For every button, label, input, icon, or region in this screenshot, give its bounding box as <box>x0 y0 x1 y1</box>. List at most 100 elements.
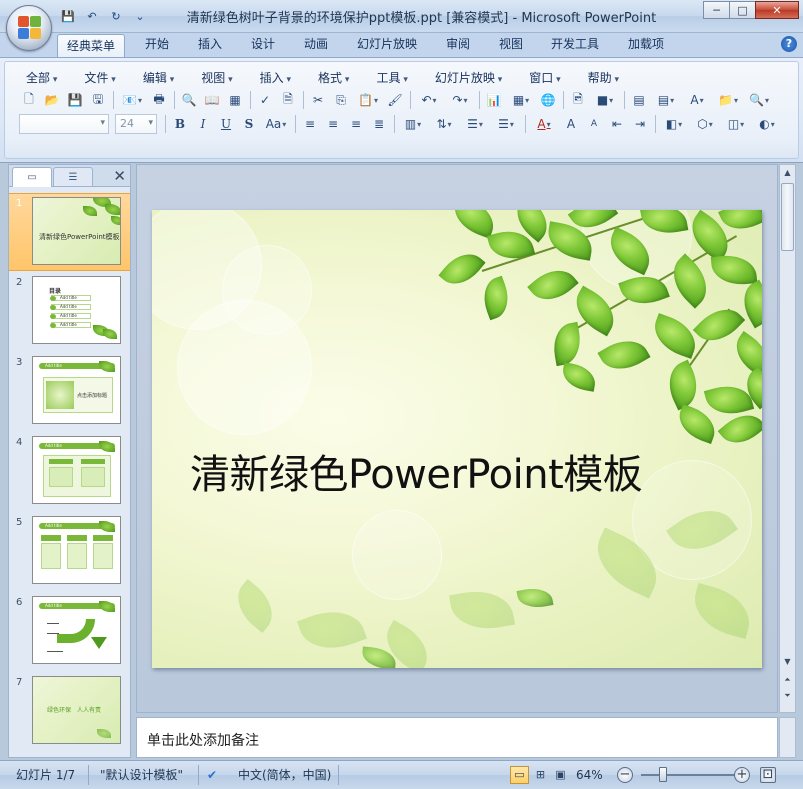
slide-vertical-scrollbar[interactable]: ▲ ▼ ⏶ ⏷ <box>779 164 796 713</box>
textbox-icon[interactable]: A <box>683 90 711 110</box>
zoom-in-button[interactable]: + <box>734 767 750 783</box>
new-slide-icon[interactable]: ▤ <box>629 90 649 110</box>
slide-title[interactable]: 清新绿色PowerPoint模板 <box>190 442 643 500</box>
menu-tools[interactable]: 工具 <box>369 69 414 87</box>
research-icon[interactable]: 📖 <box>202 90 222 110</box>
decrease-indent-icon[interactable]: ⇤ <box>607 114 627 134</box>
minimize-button[interactable]: ─ <box>703 1 730 19</box>
shadow-button[interactable]: S <box>239 114 259 134</box>
notes-placeholder[interactable]: 单击此处添加备注 <box>147 730 259 750</box>
quick-styles-icon[interactable]: ◫ <box>722 114 750 134</box>
grow-font-icon[interactable]: A <box>561 114 581 134</box>
align-right-icon[interactable]: ≡ <box>346 114 366 134</box>
paste-icon[interactable]: 📋 <box>354 90 382 110</box>
spelling-icon[interactable]: ✓ <box>255 90 275 110</box>
tab-addins[interactable]: 加载项 <box>619 33 673 57</box>
shape-fill-icon[interactable]: ◐ <box>753 114 781 134</box>
theme-name[interactable]: "默认设计模板" <box>100 765 183 785</box>
align-center-icon[interactable]: ≡ <box>323 114 343 134</box>
tab-design[interactable]: 设计 <box>242 33 284 57</box>
slide-thumbnail-4[interactable]: 4 Add title <box>9 433 130 511</box>
zoom-level[interactable]: 64% <box>576 765 603 785</box>
slide-thumbnail-5[interactable]: 5 Add title <box>9 513 130 591</box>
shrink-font-icon[interactable]: A <box>584 114 604 134</box>
tab-home[interactable]: 开始 <box>136 33 178 57</box>
font-name-select[interactable] <box>19 114 109 134</box>
slide-sorter-view-icon[interactable]: ⊞ <box>531 766 550 784</box>
tab-view[interactable]: 视图 <box>490 33 532 57</box>
menu-slideshow[interactable]: 幻灯片放映 <box>428 69 509 87</box>
tab-review[interactable]: 审阅 <box>437 33 479 57</box>
text-direction-icon[interactable]: ⇅ <box>430 114 458 134</box>
format-painter-icon[interactable]: 🖌 <box>385 90 405 110</box>
slide-thumbnail-3[interactable]: 3 Add title 点击添加标题 <box>9 353 130 431</box>
menu-insert[interactable]: 插入 <box>253 69 298 87</box>
new-document-icon[interactable]: 🗋 <box>19 90 39 110</box>
spellcheck-icon[interactable]: ✔ <box>207 765 217 785</box>
tab-animations[interactable]: 动画 <box>295 33 337 57</box>
copy-icon[interactable]: ⎘ <box>331 90 351 110</box>
language-indicator[interactable]: 中文(简体，中国) <box>238 765 331 785</box>
fit-to-window-icon[interactable]: ⊡ <box>760 767 776 783</box>
office-button[interactable] <box>6 5 52 51</box>
underline-button[interactable]: U <box>216 114 236 134</box>
zoom-slider-thumb[interactable] <box>659 767 667 782</box>
tab-outline[interactable]: ☰ <box>53 167 93 186</box>
menu-edit[interactable]: 编辑 <box>136 69 181 87</box>
zoom-slider-track[interactable] <box>641 774 736 776</box>
picture-icon[interactable]: 🖻 <box>568 90 588 110</box>
columns-icon[interactable]: ▥ <box>399 114 427 134</box>
table-icon[interactable]: ▦ <box>507 90 535 110</box>
save-as-icon[interactable]: 🖫 <box>88 90 108 110</box>
arrange-icon[interactable]: ⬡ <box>691 114 719 134</box>
print-icon[interactable]: 🖶 <box>149 90 169 110</box>
save-icon[interactable]: 💾 <box>65 90 85 110</box>
close-button[interactable]: ✕ <box>755 1 799 19</box>
slide-thumbnail-7[interactable]: 7 绿色环保 人人有责 <box>9 673 130 751</box>
increase-indent-icon[interactable]: ⇥ <box>630 114 650 134</box>
zoom-icon[interactable]: 🔍 <box>745 90 773 110</box>
reference-icon[interactable]: 🗎 <box>278 90 298 110</box>
folder-icon[interactable]: 📁 <box>714 90 742 110</box>
color-grayscale-icon[interactable]: ■ <box>591 90 619 110</box>
maximize-button[interactable]: □ <box>729 1 756 19</box>
scroll-down-icon[interactable]: ▼ <box>782 655 793 669</box>
change-case-button[interactable]: Aa <box>262 114 290 134</box>
shapes-icon[interactable]: ◧ <box>660 114 688 134</box>
menu-help[interactable]: 帮助 <box>581 69 626 87</box>
help-icon[interactable]: ? <box>781 36 797 52</box>
justify-icon[interactable]: ≣ <box>369 114 389 134</box>
menu-file[interactable]: 文件 <box>77 69 122 87</box>
menu-view[interactable]: 视图 <box>194 69 239 87</box>
close-panel-icon[interactable]: ✕ <box>113 167 126 185</box>
tab-developer[interactable]: 开发工具 <box>542 33 608 57</box>
layout-icon[interactable]: ▦ <box>225 90 245 110</box>
slide-thumbnail-1[interactable]: 1 清新绿色PowerPoint模板 <box>9 193 130 271</box>
font-color-icon[interactable]: A <box>530 114 558 134</box>
notes-scrollbar[interactable] <box>779 717 796 758</box>
tab-slides[interactable]: ▭ <box>12 167 52 187</box>
cut-icon[interactable]: ✂ <box>308 90 328 110</box>
numbering-icon[interactable]: ☰ <box>461 114 489 134</box>
current-slide[interactable]: 清新绿色PowerPoint模板 <box>152 210 762 668</box>
tab-slideshow[interactable]: 幻灯片放映 <box>348 33 426 57</box>
menu-all[interactable]: 全部 <box>19 69 64 87</box>
next-slide-icon[interactable]: ⏷ <box>782 689 793 703</box>
slide-thumbnail-2[interactable]: 2 目录 Add title Add title Add title Add t… <box>9 273 130 351</box>
chart-icon[interactable]: 📊 <box>484 90 504 110</box>
menu-format[interactable]: 格式 <box>311 69 356 87</box>
slide-thumbnail-6[interactable]: 6 Add title <box>9 593 130 671</box>
open-icon[interactable]: 📂 <box>42 90 62 110</box>
slide-layout-icon[interactable]: ▤ <box>652 90 680 110</box>
undo-icon[interactable]: ↶ <box>415 90 443 110</box>
scrollbar-thumb[interactable] <box>781 183 794 251</box>
align-left-icon[interactable]: ≡ <box>300 114 320 134</box>
redo-icon[interactable]: ↷ <box>446 90 474 110</box>
normal-view-icon[interactable]: ▭ <box>510 766 529 784</box>
hyperlink-icon[interactable]: 🌐 <box>538 90 558 110</box>
tab-insert[interactable]: 插入 <box>189 33 231 57</box>
tab-classic-menu[interactable]: 经典菜单 <box>57 34 126 58</box>
slideshow-view-icon[interactable]: ▣ <box>551 766 570 784</box>
menu-window[interactable]: 窗口 <box>522 69 567 87</box>
previous-slide-icon[interactable]: ⏶ <box>782 673 793 687</box>
